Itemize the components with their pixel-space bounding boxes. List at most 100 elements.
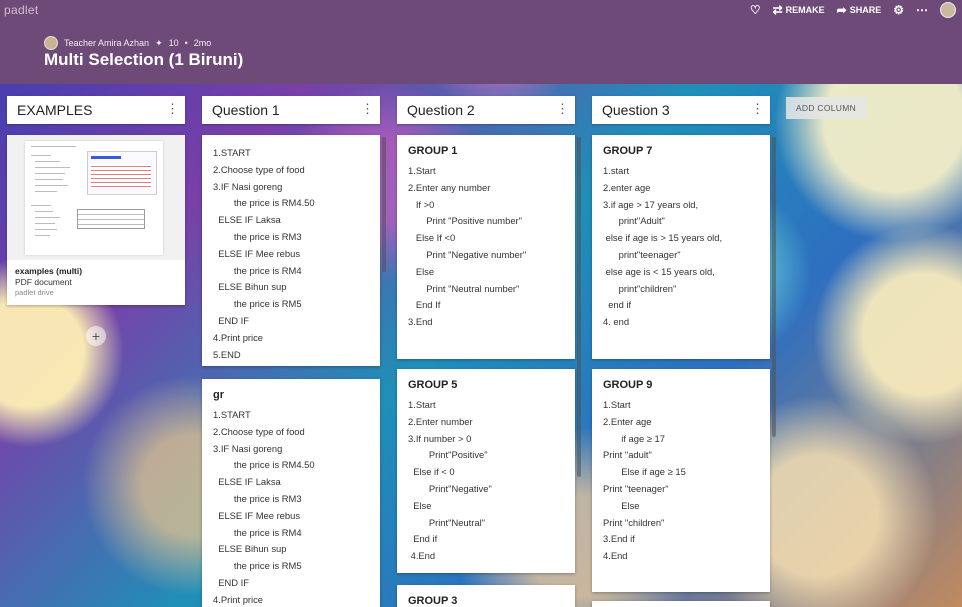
column-question-3: Question 3 ⋮ GROUP 7 1.start 2.enter age 3… xyxy=(592,96,770,607)
remake-icon: ⇄ xyxy=(772,3,783,17)
share-button[interactable]: ➦ SHARE xyxy=(837,3,882,17)
post-card[interactable]: GROUP 1 1.Start 2.Enter any number If >0 … xyxy=(397,135,575,359)
post-card[interactable]: GROUP 9 1.Start 2.Enter age if age ≥ 17 Pr… xyxy=(592,369,770,592)
remake-button[interactable]: ⇄ REMAKE xyxy=(773,3,825,17)
post-line: 2.Enter number xyxy=(408,415,473,427)
post-line: the price is RM4 xyxy=(213,264,302,276)
post-card[interactable]: GROUP 7 1.start 2.enter age 3.if age > 17 … xyxy=(592,135,770,359)
post-line: 4.End xyxy=(603,550,628,562)
pdf-name: examples (multi) xyxy=(15,266,83,276)
post-line: 4.Print price xyxy=(213,593,264,605)
pdf-info: examples (multi) PDF document padlet dri… xyxy=(7,260,185,303)
post-card[interactable]: gr 1.START 2.Choose type of food 3.IF Nasi… xyxy=(202,379,380,607)
post-line: print"teenager" xyxy=(603,248,681,260)
pdf-preview xyxy=(7,135,185,260)
post-line: print"children" xyxy=(603,282,677,294)
column-header[interactable]: Question 3 ⋮ xyxy=(592,96,770,124)
user-avatar[interactable] xyxy=(940,2,956,18)
post-line: Print "children" xyxy=(603,516,665,528)
author-name: Teacher Amira Azhan xyxy=(64,38,150,48)
post-line: if age ≥ 17 xyxy=(603,432,665,444)
post-line: 4.Print price xyxy=(213,331,264,343)
likes-icon: ✦ xyxy=(155,37,163,48)
post-line: Print "Positive number" xyxy=(408,215,522,227)
post-line: Print"Neutral" xyxy=(408,516,485,528)
post-line: ELSE IF Laksa xyxy=(213,214,281,226)
top-bar: padlet ♡ ⇄ REMAKE ➦ SHARE ⚙ ⋯ Teacher Am… xyxy=(0,0,962,84)
post-line: 4.End xyxy=(408,550,436,562)
post-line: Print"Positive" xyxy=(408,449,488,461)
post-age: 2mo xyxy=(193,38,212,48)
author-avatar xyxy=(44,36,58,50)
post-line: 3.IF Nasi goreng xyxy=(213,442,283,454)
post-line: 3.if age > 17 years old, xyxy=(603,198,699,210)
post-card[interactable]: GROUP 3 xyxy=(397,585,575,607)
post-line: else age is < 15 years old, xyxy=(603,265,715,277)
column-question-2: Question 2 ⋮ GROUP 1 1.Start 2.Enter any … xyxy=(397,96,575,607)
column-header[interactable]: EXAMPLES ⋮ xyxy=(7,96,185,124)
column-more-icon[interactable]: ⋮ xyxy=(556,102,569,115)
post-body: 1.START 2.Choose type of food 3.IF Nasi go… xyxy=(213,145,370,363)
post-body: 1.Start 2.Enter number 3.If number > 0 Pri… xyxy=(408,397,565,565)
scrollbar[interactable] xyxy=(382,137,386,272)
column-title: EXAMPLES xyxy=(17,102,93,118)
post-title: GROUP 1 xyxy=(408,145,458,157)
post-line: Print "teenager" xyxy=(603,482,669,494)
post-line: ELSE IF Laksa xyxy=(213,476,281,488)
column-title: Question 1 xyxy=(212,102,280,118)
post-line: 1.Start xyxy=(603,399,631,410)
post-line: END IF xyxy=(213,314,249,326)
post-line: Else If <0 xyxy=(408,232,456,244)
padlet-meta: Teacher Amira Azhan ✦ 10 • 2mo xyxy=(44,36,211,50)
post-card[interactable]: GROUP 5 1.Start 2.Enter number 3.If number… xyxy=(397,369,575,573)
post-line: the price is RM4.50 xyxy=(213,197,315,209)
post-title: GROUP 9 xyxy=(603,379,653,391)
post-line: END IF xyxy=(213,576,249,588)
scrollbar[interactable] xyxy=(577,137,581,477)
post-line: 3.End if xyxy=(603,533,635,545)
post-line: 2.Enter any number xyxy=(408,181,491,193)
post-line: ELSE IF Mee rebus xyxy=(213,247,301,259)
add-column-button[interactable]: ADD COLUMN xyxy=(786,97,866,119)
add-post-button[interactable]: + xyxy=(86,326,106,346)
dot-separator: • xyxy=(184,38,188,48)
post-line: 2.Choose type of food xyxy=(213,425,305,437)
more-icon[interactable]: ⋯ xyxy=(916,3,928,17)
pdf-page-thumbnail xyxy=(25,141,163,255)
column-header[interactable]: Question 2 ⋮ xyxy=(397,96,575,124)
pdf-attachment-card[interactable]: examples (multi) PDF document padlet dri… xyxy=(7,135,185,305)
post-line: 3.If number > 0 xyxy=(408,432,472,444)
post-title: gr xyxy=(213,389,224,401)
post-line: 5.END xyxy=(213,348,241,360)
page-title: Multi Selection (1 Biruni) xyxy=(44,50,244,69)
post-title: GROUP 5 xyxy=(408,379,458,391)
post-card[interactable] xyxy=(592,601,770,607)
column-more-icon[interactable]: ⋮ xyxy=(166,102,179,115)
pdf-source: padlet drive xyxy=(15,288,54,297)
column-header[interactable]: Question 1 ⋮ xyxy=(202,96,380,124)
gear-icon[interactable]: ⚙ xyxy=(893,3,904,17)
post-line: the price is RM4.50 xyxy=(213,459,315,471)
post-body: 1.Start 2.Enter any number If >0 Print "P… xyxy=(408,163,565,331)
post-title: GROUP 3 xyxy=(408,595,458,607)
post-line: ELSE IF Mee rebus xyxy=(213,509,301,521)
share-icon: ➦ xyxy=(836,3,847,17)
post-body: 1.Start 2.Enter age if age ≥ 17 Print "adu… xyxy=(603,397,760,565)
remake-label: REMAKE xyxy=(785,5,825,15)
post-line: Print "Negative number" xyxy=(408,248,527,260)
post-card[interactable]: 1.START 2.Choose type of food 3.IF Nasi go… xyxy=(202,135,380,366)
column-more-icon[interactable]: ⋮ xyxy=(751,102,764,115)
post-line: ELSE Bihun sup xyxy=(213,281,287,293)
post-line: 1.START xyxy=(213,147,251,158)
post-line: 2.Choose type of food xyxy=(213,163,305,175)
pdf-type: PDF document xyxy=(15,277,72,287)
heart-icon[interactable]: ♡ xyxy=(750,3,761,17)
padlet-logo[interactable]: padlet xyxy=(4,3,39,17)
post-title: GROUP 7 xyxy=(603,145,653,157)
scrollbar[interactable] xyxy=(772,137,776,437)
post-line: Else xyxy=(603,499,640,511)
column-more-icon[interactable]: ⋮ xyxy=(361,102,374,115)
post-line: 1.Start xyxy=(408,165,436,176)
post-line: Else if < 0 xyxy=(408,466,455,478)
post-line: 1.start xyxy=(603,165,630,176)
